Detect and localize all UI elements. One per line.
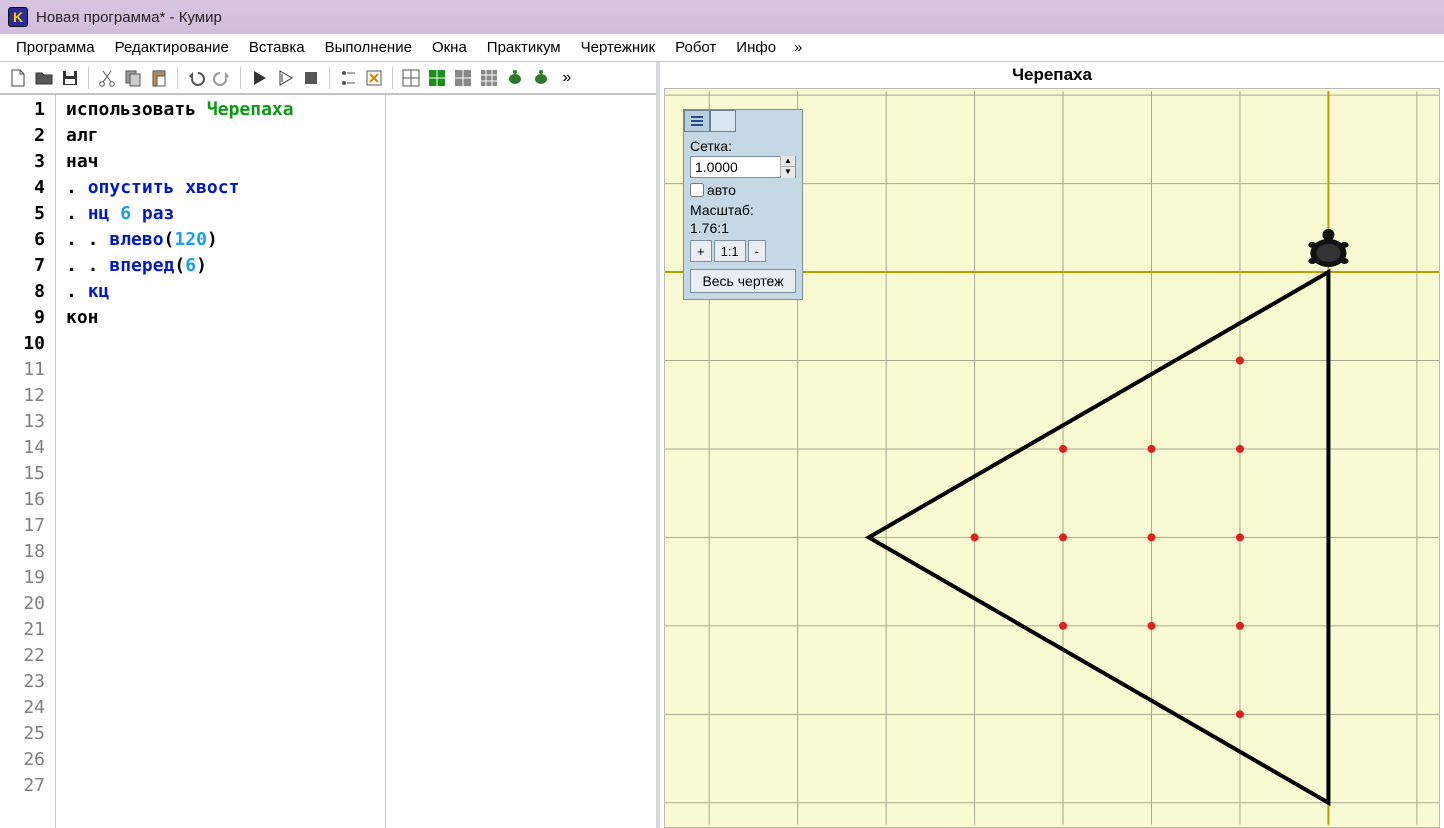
spin-down-icon[interactable]: ▼ — [780, 167, 795, 178]
menu-программа[interactable]: Программа — [8, 37, 103, 58]
variables-icon[interactable] — [362, 66, 386, 90]
undo-icon[interactable] — [184, 66, 208, 90]
turtle-canvas[interactable]: Сетка: ▲ ▼ авто Масштаб: 1.76:1 — [664, 88, 1440, 828]
menu-робот[interactable]: Робот — [667, 37, 724, 58]
fit-drawing-button[interactable]: Весь чертеж — [690, 269, 796, 293]
paste-icon[interactable] — [147, 66, 171, 90]
separator — [392, 67, 393, 89]
auto-checkbox[interactable] — [690, 183, 704, 197]
line-gutter: 1234567891011121314151617181920212223242… — [0, 95, 56, 828]
copy-icon[interactable] — [121, 66, 145, 90]
scale-value: 1.76:1 — [690, 220, 796, 236]
menu-инфо[interactable]: Инфо — [728, 37, 784, 58]
grid-spinbox[interactable]: ▲ ▼ — [690, 156, 796, 178]
canvas-title: Черепаха — [660, 62, 1444, 88]
new-file-icon[interactable] — [6, 66, 30, 90]
zoom-reset-button[interactable]: 1:1 — [714, 240, 746, 262]
menu-окна[interactable]: Окна — [424, 37, 475, 58]
redo-icon[interactable] — [210, 66, 234, 90]
separator — [329, 67, 330, 89]
open-file-icon[interactable] — [32, 66, 56, 90]
auto-checkbox-row[interactable]: авто — [690, 182, 796, 198]
editor[interactable]: 1234567891011121314151617181920212223242… — [0, 94, 656, 828]
separator — [88, 67, 89, 89]
zoom-in-button[interactable]: + — [690, 240, 712, 262]
menu-редактирование[interactable]: Редактирование — [107, 37, 237, 58]
grid3-icon[interactable] — [451, 66, 475, 90]
grid-value-input[interactable] — [691, 159, 780, 175]
menu-практикум[interactable]: Практикум — [479, 37, 569, 58]
toolbar-more[interactable]: » — [555, 66, 579, 90]
grid2-icon[interactable] — [425, 66, 449, 90]
editor-margin-pane — [386, 95, 656, 828]
canvas-control-panel: Сетка: ▲ ▼ авто Масштаб: 1.76:1 — [683, 109, 803, 300]
cut-icon[interactable] — [95, 66, 119, 90]
panel-tab-blank[interactable] — [710, 110, 736, 132]
panel-tab-menu[interactable] — [684, 110, 710, 132]
breakpoints-icon[interactable] — [336, 66, 360, 90]
grid1-icon[interactable] — [399, 66, 423, 90]
separator — [177, 67, 178, 89]
grid4-icon[interactable] — [477, 66, 501, 90]
menu-more[interactable]: » — [788, 39, 808, 56]
scale-label: Масштаб: — [690, 202, 796, 218]
menu-чертежник[interactable]: Чертежник — [573, 37, 664, 58]
save-file-icon[interactable] — [58, 66, 82, 90]
menu-вставка[interactable]: Вставка — [241, 37, 313, 58]
left-pane: » 12345678910111213141516171819202122232… — [0, 62, 660, 828]
turtle1-icon[interactable] — [503, 66, 527, 90]
toolbar: » — [0, 62, 656, 94]
zoom-out-button[interactable]: - — [748, 240, 766, 262]
hamburger-icon — [690, 115, 704, 127]
turtle2-icon[interactable] — [529, 66, 553, 90]
stop-icon[interactable] — [299, 66, 323, 90]
right-pane: Черепаха Сетка: ▲ — [660, 62, 1444, 828]
titlebar: K Новая программа* - Кумир — [0, 0, 1444, 34]
step-icon[interactable] — [273, 66, 297, 90]
code-area[interactable]: использовать Черепахаалгнач. опустить хв… — [56, 95, 386, 828]
menubar: ПрограммаРедактированиеВставкаВыполнение… — [0, 34, 1444, 62]
separator — [240, 67, 241, 89]
grid-label: Сетка: — [690, 138, 796, 154]
auto-label: авто — [707, 182, 736, 198]
menu-выполнение[interactable]: Выполнение — [317, 37, 420, 58]
run-icon[interactable] — [247, 66, 271, 90]
spin-up-icon[interactable]: ▲ — [780, 156, 795, 167]
app-icon: K — [8, 7, 28, 27]
window-title: Новая программа* - Кумир — [36, 9, 222, 26]
